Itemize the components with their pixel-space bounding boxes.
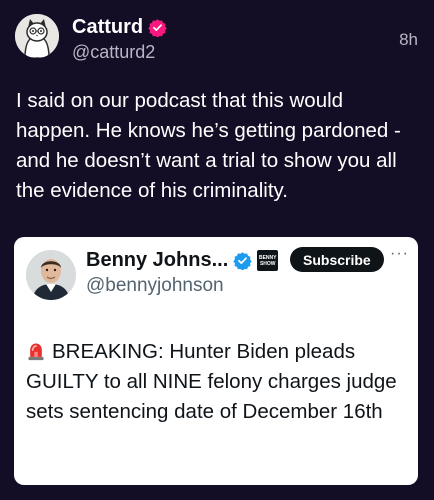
cat-avatar-image <box>15 14 59 58</box>
police-siren-icon <box>28 343 44 361</box>
author-handle[interactable]: @catturd2 <box>72 42 155 63</box>
post-timestamp[interactable]: 8h <box>399 30 418 50</box>
quoted-post-text: BREAKING: Hunter Biden pleads GUILTY to … <box>26 337 406 427</box>
quoted-post-body: BREAKING: Hunter Biden pleads GUILTY to … <box>26 340 397 423</box>
post: Catturd @catturd2 8h I said on our podca… <box>0 0 434 500</box>
author-avatar[interactable] <box>15 14 59 58</box>
quoted-author-avatar[interactable] <box>26 250 76 300</box>
post-text: I said on our podcast that this would ha… <box>16 89 401 202</box>
quoted-author-handle[interactable]: @bennyjohnson <box>86 275 224 297</box>
person-avatar-image <box>26 250 76 300</box>
verified-badge-icon <box>233 252 252 270</box>
show-logo-text: BENNY SHOW <box>258 254 277 267</box>
author-name[interactable]: Catturd <box>72 16 143 39</box>
verified-badge-icon <box>148 19 167 37</box>
quoted-post-card[interactable]: Benny Johns... BENNY SHOW @bennyjohnson … <box>14 237 418 485</box>
author-display-name[interactable]: Catturd <box>72 16 167 39</box>
quoted-display-name[interactable]: Benny Johns... BENNY SHOW <box>86 249 279 272</box>
subscribe-button[interactable]: Subscribe <box>290 247 384 272</box>
show-logo-icon: BENNY SHOW <box>257 250 279 271</box>
quoted-author-name[interactable]: Benny Johns... <box>86 249 228 272</box>
more-options-icon[interactable]: ··· <box>390 245 409 263</box>
